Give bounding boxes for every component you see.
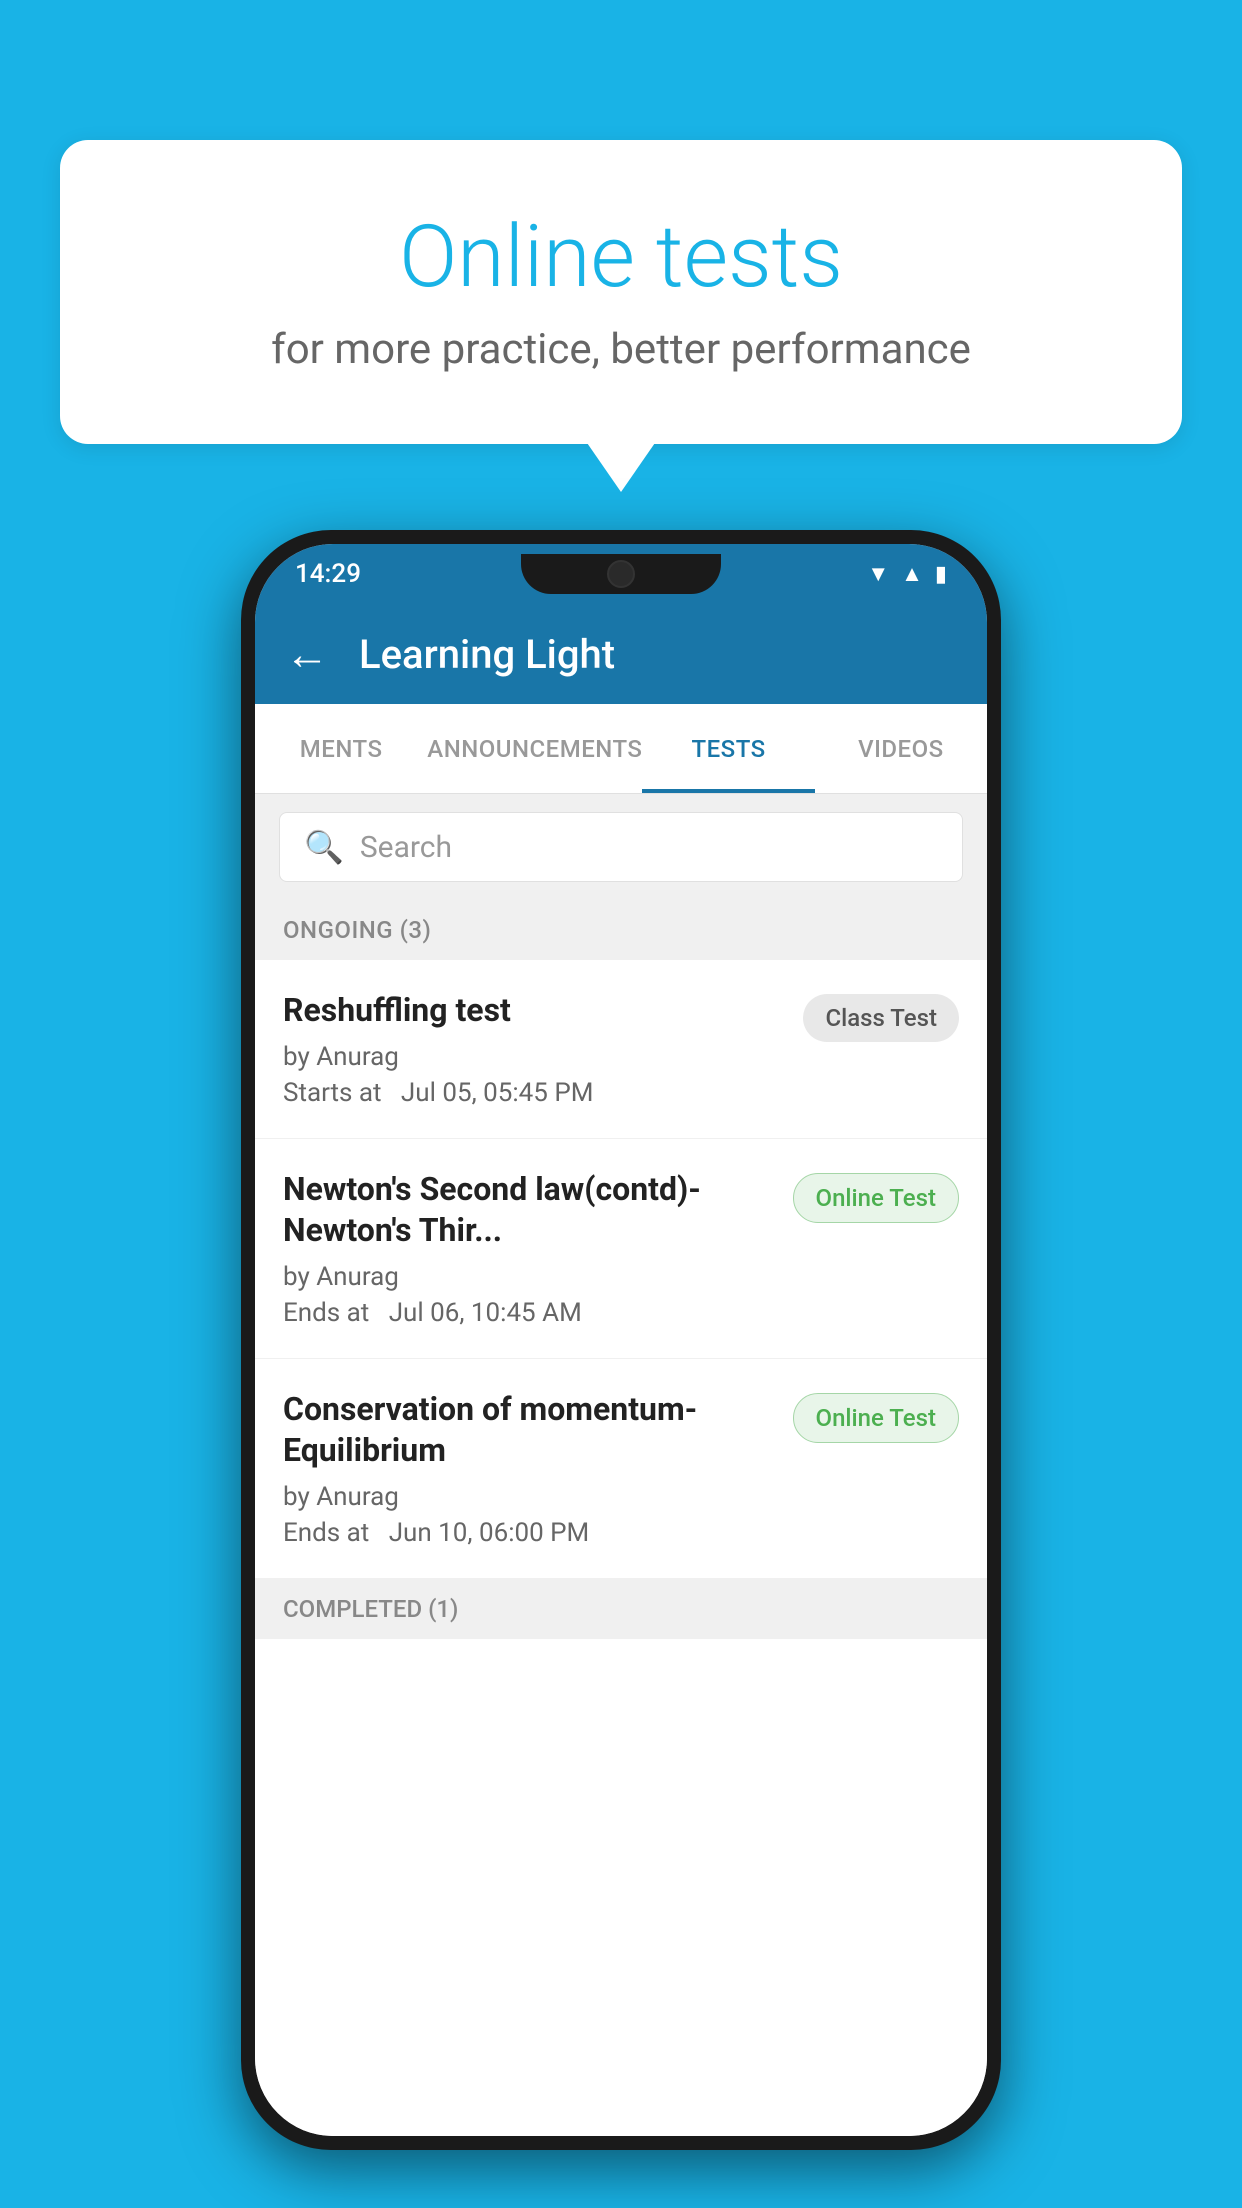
search-placeholder: Search <box>360 830 452 865</box>
signal-icon: ▲ <box>901 561 923 587</box>
completed-section-header: COMPLETED (1) <box>255 1579 987 1639</box>
tab-videos[interactable]: VIDEOS <box>815 704 987 793</box>
test-item[interactable]: Conservation of momentum-Equilibrium by … <box>255 1359 987 1579</box>
test-info: Newton's Second law(contd)-Newton's Thir… <box>283 1169 773 1328</box>
test-badge-online: Online Test <box>793 1173 959 1223</box>
test-info: Conservation of momentum-Equilibrium by … <box>283 1389 773 1548</box>
bubble-subtitle: for more practice, better performance <box>140 325 1102 374</box>
status-time: 14:29 <box>295 559 361 589</box>
status-icons: ▼ ▲ ▮ <box>867 561 947 587</box>
tab-ments[interactable]: MENTS <box>255 704 427 793</box>
back-button[interactable]: ← <box>285 628 329 680</box>
test-name: Newton's Second law(contd)-Newton's Thir… <box>283 1169 773 1252</box>
test-badge-class: Class Test <box>803 994 959 1042</box>
test-name: Reshuffling test <box>283 990 783 1032</box>
test-author: by Anurag <box>283 1042 783 1072</box>
app-bar-title: Learning Light <box>359 631 615 678</box>
test-date-value: Jul 06, 10:45 AM <box>389 1298 582 1328</box>
test-date-label: Starts at <box>283 1078 382 1108</box>
tab-bar: MENTS ANNOUNCEMENTS TESTS VIDEOS <box>255 704 987 794</box>
app-bar: ← Learning Light <box>255 604 987 704</box>
test-item[interactable]: Reshuffling test by Anurag Starts at Jul… <box>255 960 987 1139</box>
battery-icon: ▮ <box>935 562 947 587</box>
test-info: Reshuffling test by Anurag Starts at Jul… <box>283 990 783 1108</box>
test-date: Starts at Jul 05, 05:45 PM <box>283 1078 783 1108</box>
test-date-label: Ends at <box>283 1518 369 1548</box>
test-badge-online-2: Online Test <box>793 1393 959 1443</box>
test-author: by Anurag <box>283 1262 773 1292</box>
phone-frame: 14:29 ▼ ▲ ▮ ← Learning Light MENTS ANNOU… <box>241 530 1001 2150</box>
test-name: Conservation of momentum-Equilibrium <box>283 1389 773 1472</box>
speech-bubble-container: Online tests for more practice, better p… <box>60 140 1182 444</box>
tab-announcements[interactable]: ANNOUNCEMENTS <box>427 704 642 793</box>
tab-tests-label: TESTS <box>692 735 766 763</box>
test-date: Ends at Jul 06, 10:45 AM <box>283 1298 773 1328</box>
ongoing-label: ONGOING (3) <box>283 916 431 944</box>
search-icon: 🔍 <box>304 828 344 866</box>
test-date-value: Jun 10, 06:00 PM <box>389 1518 590 1548</box>
search-box[interactable]: 🔍 Search <box>279 812 963 882</box>
tab-ments-label: MENTS <box>300 735 383 763</box>
completed-label: COMPLETED (1) <box>283 1595 458 1623</box>
tab-tests[interactable]: TESTS <box>642 704 814 793</box>
test-author: by Anurag <box>283 1482 773 1512</box>
test-list: Reshuffling test by Anurag Starts at Jul… <box>255 960 987 2136</box>
phone-camera <box>607 560 635 588</box>
test-item[interactable]: Newton's Second law(contd)-Newton's Thir… <box>255 1139 987 1359</box>
bubble-title: Online tests <box>140 210 1102 305</box>
ongoing-section-header: ONGOING (3) <box>255 900 987 960</box>
test-date: Ends at Jun 10, 06:00 PM <box>283 1518 773 1548</box>
phone-screen: 14:29 ▼ ▲ ▮ ← Learning Light MENTS ANNOU… <box>255 544 987 2136</box>
test-date-value: Jul 05, 05:45 PM <box>401 1078 594 1108</box>
test-date-label: Ends at <box>283 1298 369 1328</box>
search-container: 🔍 Search <box>255 794 987 900</box>
speech-bubble: Online tests for more practice, better p… <box>60 140 1182 444</box>
tab-announcements-label: ANNOUNCEMENTS <box>427 735 642 763</box>
phone-wrapper: 14:29 ▼ ▲ ▮ ← Learning Light MENTS ANNOU… <box>241 530 1001 2150</box>
wifi-icon: ▼ <box>867 561 889 587</box>
tab-videos-label: VIDEOS <box>858 735 944 763</box>
